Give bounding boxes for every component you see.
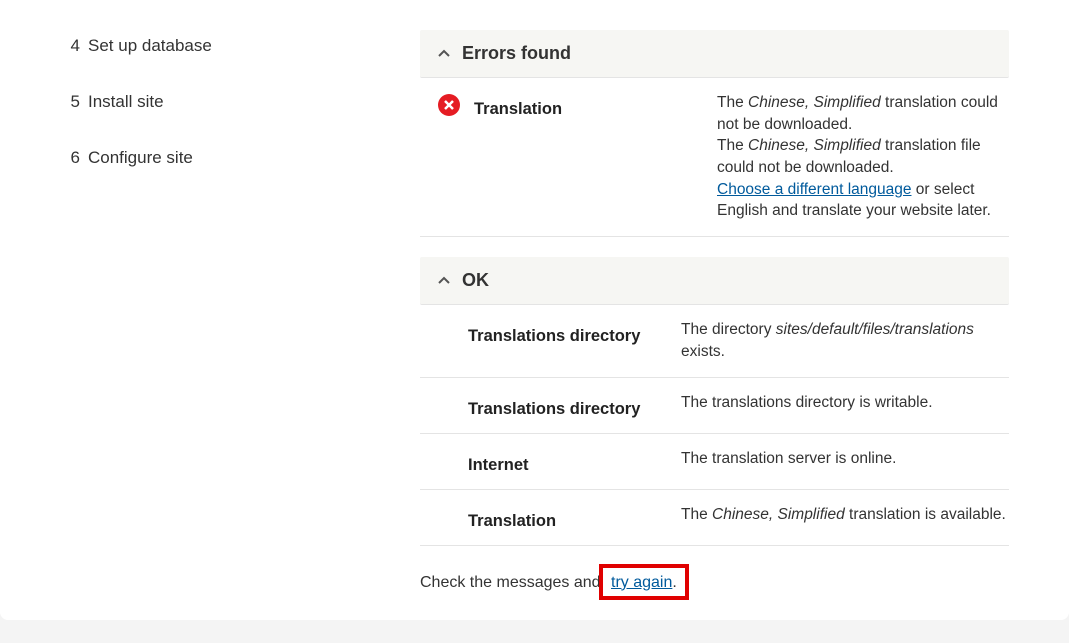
chevron-up-icon xyxy=(438,275,450,287)
errors-section-header[interactable]: Errors found xyxy=(420,30,1009,78)
ok-item-description: The translations directory is writable. xyxy=(681,392,1009,414)
step-setup-database: 4 Set up database xyxy=(60,18,400,74)
ok-item-label: Translation xyxy=(438,504,673,531)
errors-title: Errors found xyxy=(462,43,571,64)
ok-item-description: The Chinese, Simplified translation is a… xyxy=(681,504,1009,526)
footer-message: Check the messages and try again. xyxy=(420,546,1009,600)
try-again-link[interactable]: try again xyxy=(611,574,672,591)
error-item-label: Translation xyxy=(474,92,709,119)
step-number: 6 xyxy=(60,148,80,168)
error-item-description: The Chinese, Simplified translation coul… xyxy=(717,92,1009,222)
step-configure-site: 6 Configure site xyxy=(60,130,400,186)
choose-language-link[interactable]: Choose a different language xyxy=(717,181,911,198)
ok-item-description: The directory sites/default/files/transl… xyxy=(681,319,1009,362)
ok-item-translations-dir-writable: Translations directory The translations … xyxy=(420,378,1009,434)
ok-title: OK xyxy=(462,270,489,291)
try-again-highlight: try again. xyxy=(599,564,689,600)
ok-item-translations-dir-exists: Translations directory The directory sit… xyxy=(420,305,1009,377)
ok-item-label: Translations directory xyxy=(438,319,673,346)
step-label: Configure site xyxy=(88,148,193,168)
ok-item-translation-available: Translation The Chinese, Simplified tran… xyxy=(420,490,1009,546)
ok-section: OK Translations directory The directory … xyxy=(420,257,1009,545)
ok-item-internet: Internet The translation server is onlin… xyxy=(420,434,1009,490)
ok-item-label: Internet xyxy=(438,448,673,475)
install-steps-sidebar: 4 Set up database 5 Install site 6 Confi… xyxy=(0,0,420,600)
main-content: Errors found Translation The Chinese, Si… xyxy=(420,0,1069,600)
error-icon xyxy=(438,94,460,116)
error-item-translation: Translation The Chinese, Simplified tran… xyxy=(420,78,1009,237)
chevron-up-icon xyxy=(438,48,450,60)
step-install-site: 5 Install site xyxy=(60,74,400,130)
step-label: Set up database xyxy=(88,36,212,56)
step-label: Install site xyxy=(88,92,164,112)
errors-section: Errors found Translation The Chinese, Si… xyxy=(420,30,1009,237)
ok-item-label: Translations directory xyxy=(438,392,673,419)
step-number: 4 xyxy=(60,36,80,56)
ok-item-description: The translation server is online. xyxy=(681,448,1009,470)
ok-section-header[interactable]: OK xyxy=(420,257,1009,305)
step-number: 5 xyxy=(60,92,80,112)
